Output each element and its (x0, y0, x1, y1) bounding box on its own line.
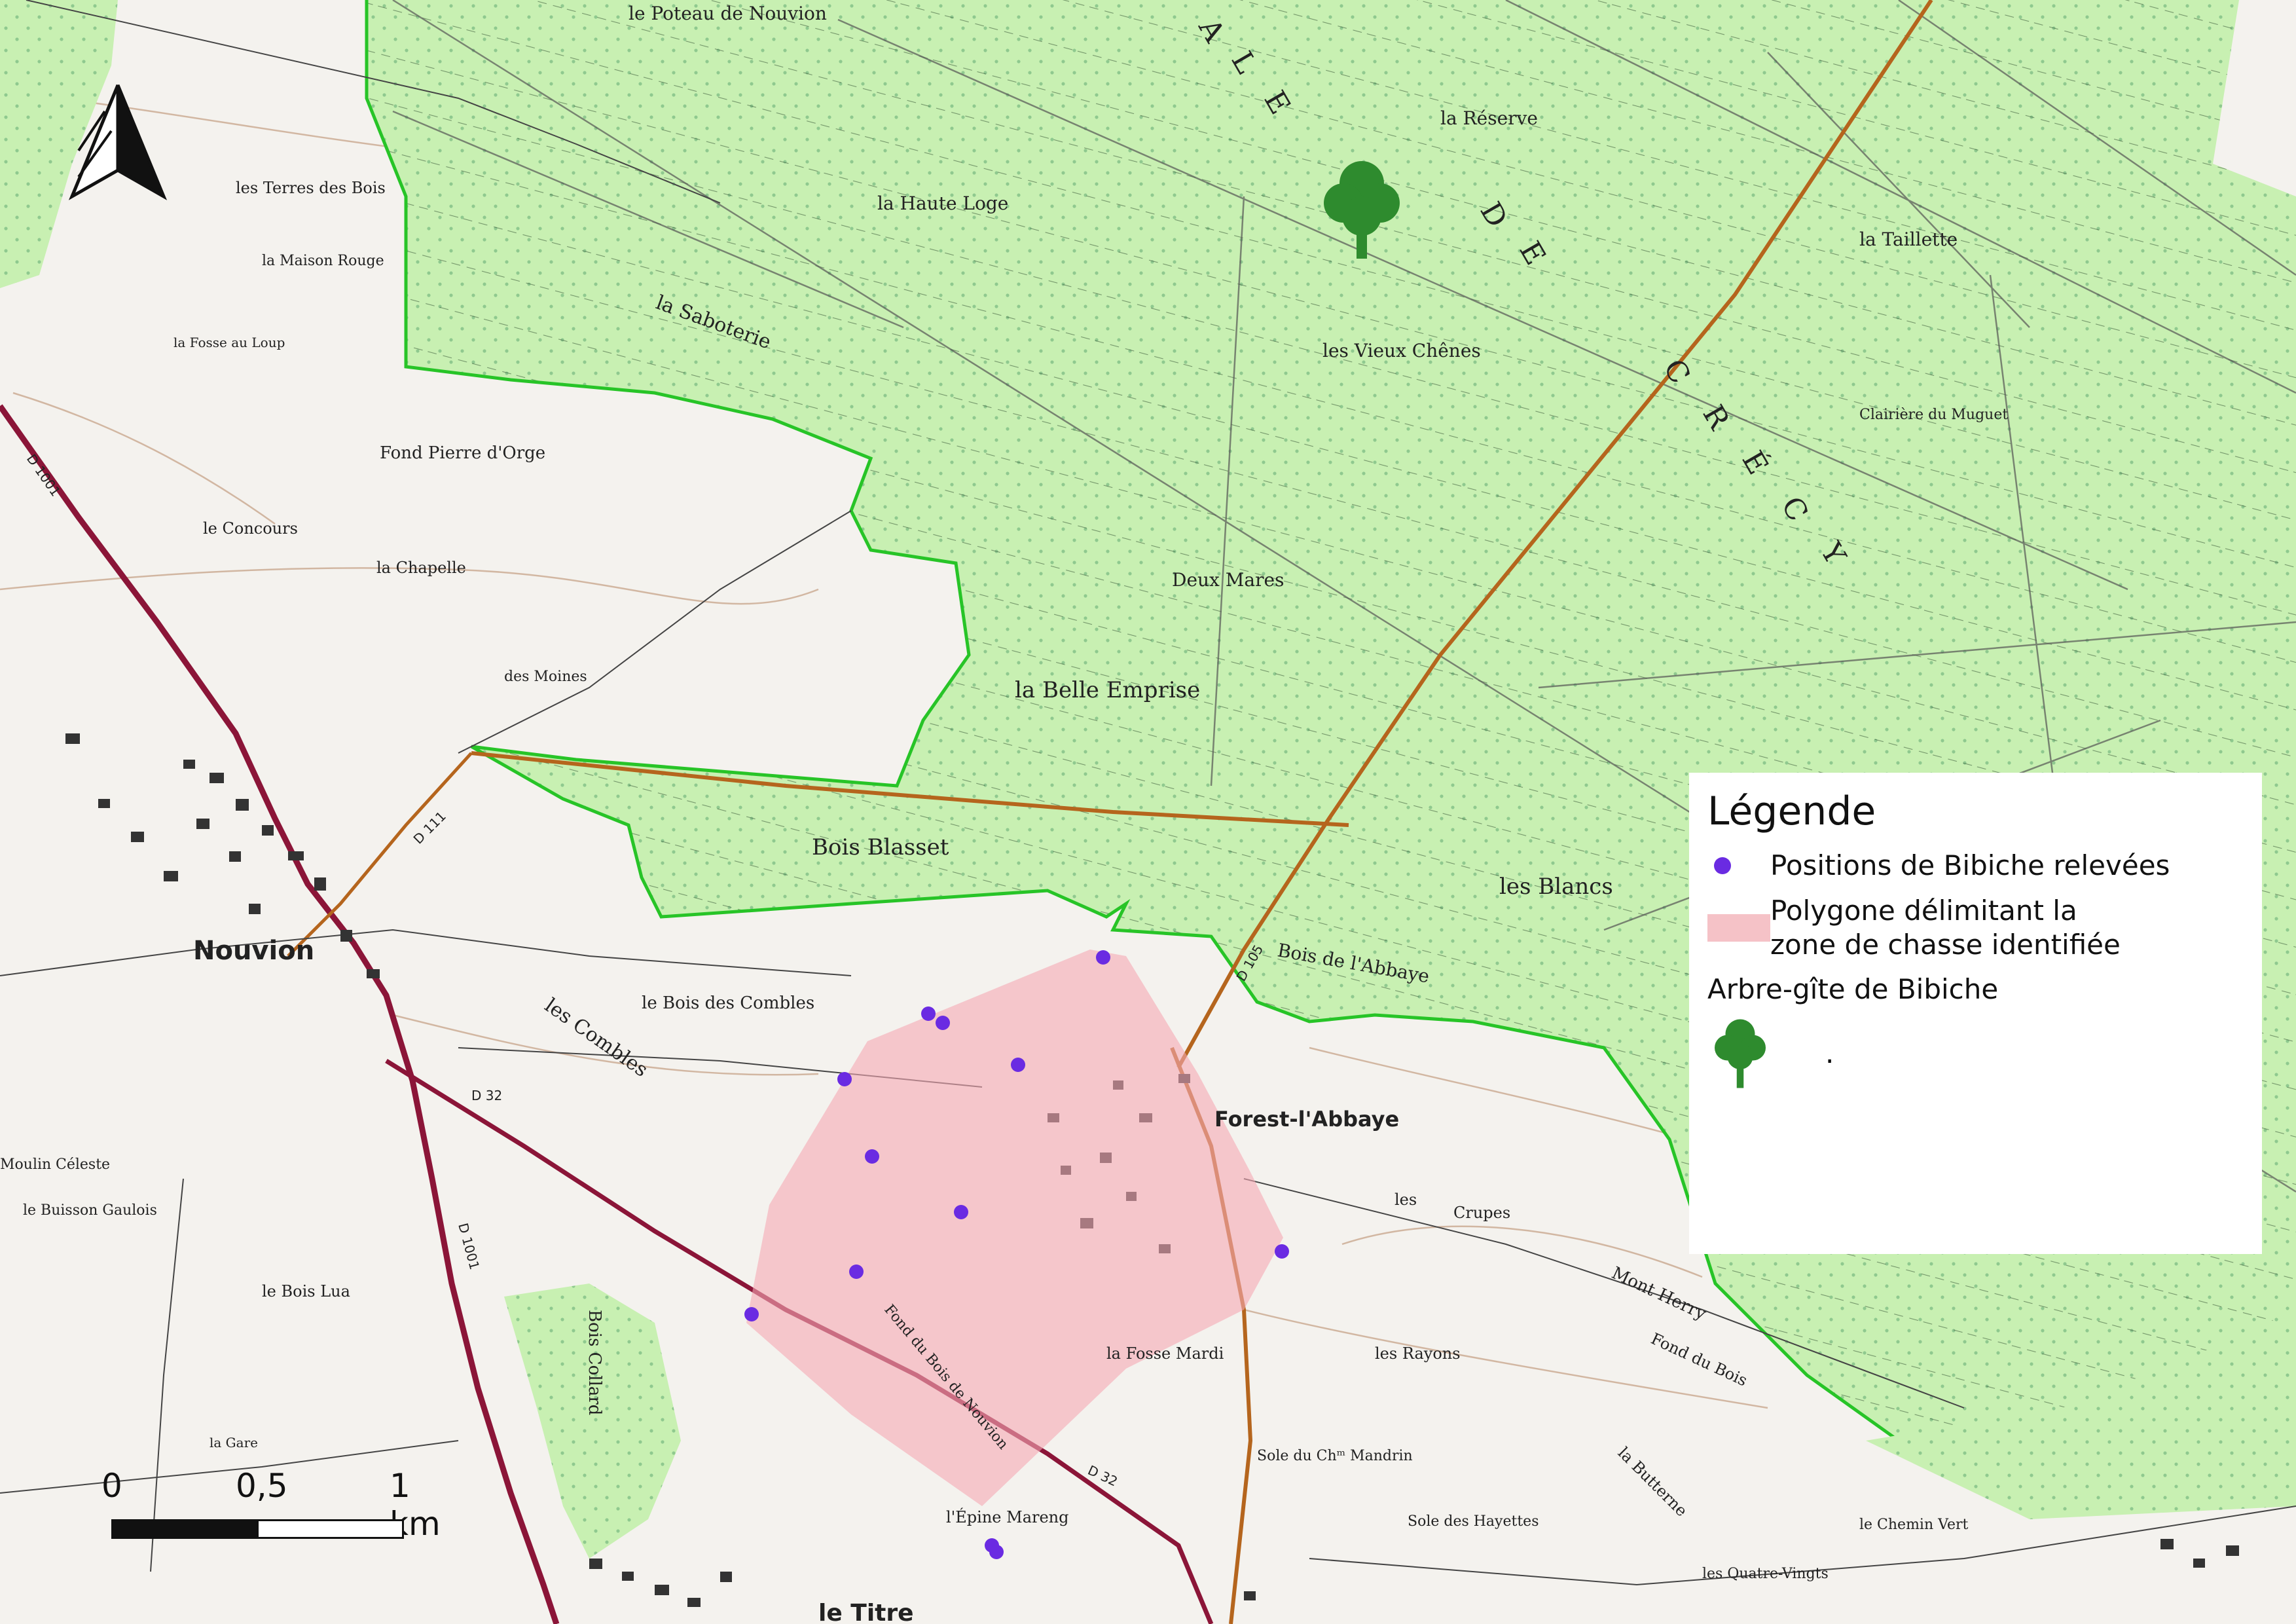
svg-text:le Bois des Combles: le Bois des Combles (642, 993, 814, 1013)
svg-text:le Concours: le Concours (203, 519, 298, 538)
svg-text:les Vieux Chênes: les Vieux Chênes (1322, 340, 1481, 361)
svg-text:la Fosse au Loup: la Fosse au Loup (173, 335, 285, 350)
svg-text:la Haute Loge: la Haute Loge (877, 193, 1008, 214)
svg-text:Céleste: Céleste (56, 1156, 110, 1173)
svg-text:Fond Pierre d'Orge: Fond Pierre d'Orge (380, 443, 545, 463)
legend-tree-label: Arbre-gîte de Bibiche (1707, 972, 1999, 1005)
position-point (744, 1307, 759, 1321)
position-point (954, 1205, 968, 1219)
svg-text:des Moines: des Moines (504, 669, 587, 685)
legend-tree-trailer: . (1825, 1037, 1834, 1069)
position-dot-icon (1714, 857, 1731, 875)
position-point (1275, 1244, 1289, 1259)
position-point (1011, 1058, 1025, 1072)
svg-text:Crupes: Crupes (1453, 1204, 1510, 1222)
svg-text:les Blancs: les Blancs (1499, 874, 1613, 900)
legend-item-label: Polygone délimitant la zone de chasse id… (1770, 894, 2121, 961)
svg-text:Deux Mares: Deux Mares (1172, 569, 1284, 591)
svg-text:Sole du Chᵐ Mandrin: Sole du Chᵐ Mandrin (1257, 1448, 1413, 1464)
svg-text:la Réserve: la Réserve (1440, 107, 1538, 129)
position-point (837, 1072, 852, 1086)
position-point (1096, 950, 1110, 965)
legend-item-polygon: Polygone délimitant la zone de chasse id… (1707, 894, 2244, 963)
svg-text:Sole des Hayettes: Sole des Hayettes (1408, 1513, 1539, 1530)
svg-text:la Taillette: la Taillette (1859, 229, 1958, 250)
svg-text:Forest-l'Abbaye: Forest-l'Abbaye (1214, 1107, 1399, 1132)
position-point (921, 1006, 936, 1021)
scale-segment-dark (111, 1519, 259, 1539)
svg-text:l'Épine Mareng: l'Épine Mareng (946, 1507, 1069, 1526)
svg-text:Bois Blasset: Bois Blasset (812, 834, 949, 860)
svg-text:les Terres des Bois: les Terres des Bois (236, 179, 386, 197)
legend-item-label: Positions de Bibiche relevées (1770, 849, 2170, 881)
svg-text:D 32: D 32 (471, 1088, 502, 1103)
legend-item-positions: Positions de Bibiche relevées (1707, 849, 2244, 883)
position-point (936, 1016, 950, 1030)
svg-text:le Buisson Gaulois: le Buisson Gaulois (23, 1202, 157, 1219)
svg-text:Moulin: Moulin (0, 1156, 51, 1173)
svg-text:le Titre: le Titre (818, 1600, 914, 1624)
polygon-swatch-icon (1707, 914, 1770, 942)
svg-text:les: les (1394, 1190, 1417, 1209)
svg-text:Nouvion: Nouvion (193, 936, 314, 966)
svg-text:les Rayons: les Rayons (1375, 1344, 1461, 1363)
svg-text:la Gare: la Gare (210, 1435, 258, 1450)
position-point (865, 1149, 879, 1164)
svg-text:le Bois Lua: le Bois Lua (262, 1282, 350, 1301)
svg-text:la Fosse Mardi: la Fosse Mardi (1106, 1344, 1224, 1363)
label-poteau: le Poteau de Nouvion (629, 3, 827, 24)
tree-icon (1715, 1019, 1766, 1088)
north-arrow-icon (68, 84, 168, 200)
scale-segment-light (257, 1519, 404, 1539)
position-point (849, 1264, 864, 1279)
svg-text:les Quatre-Vingts: les Quatre-Vingts (1702, 1566, 1829, 1582)
svg-text:la Belle Emprise: la Belle Emprise (1015, 677, 1200, 703)
legend-box: Légende Positions de Bibiche relevées Po… (1689, 773, 2262, 1254)
position-point (989, 1545, 1004, 1559)
scale-bar: 0 0,5 1 km (98, 1467, 441, 1545)
scale-label-0: 0 (101, 1467, 122, 1505)
svg-text:la Chapelle: la Chapelle (376, 559, 466, 577)
legend-title: Légende (1707, 788, 1876, 834)
scale-label-half: 0,5 (236, 1467, 288, 1505)
svg-text:Bois Collard: Bois Collard (585, 1310, 604, 1415)
svg-text:Clairière du Muguet: Clairière du Muguet (1859, 407, 2008, 423)
legend-item-tree: . (1707, 1014, 2244, 1093)
svg-text:la Maison Rouge: la Maison Rouge (262, 253, 384, 269)
svg-text:le Chemin Vert: le Chemin Vert (1859, 1517, 1969, 1533)
